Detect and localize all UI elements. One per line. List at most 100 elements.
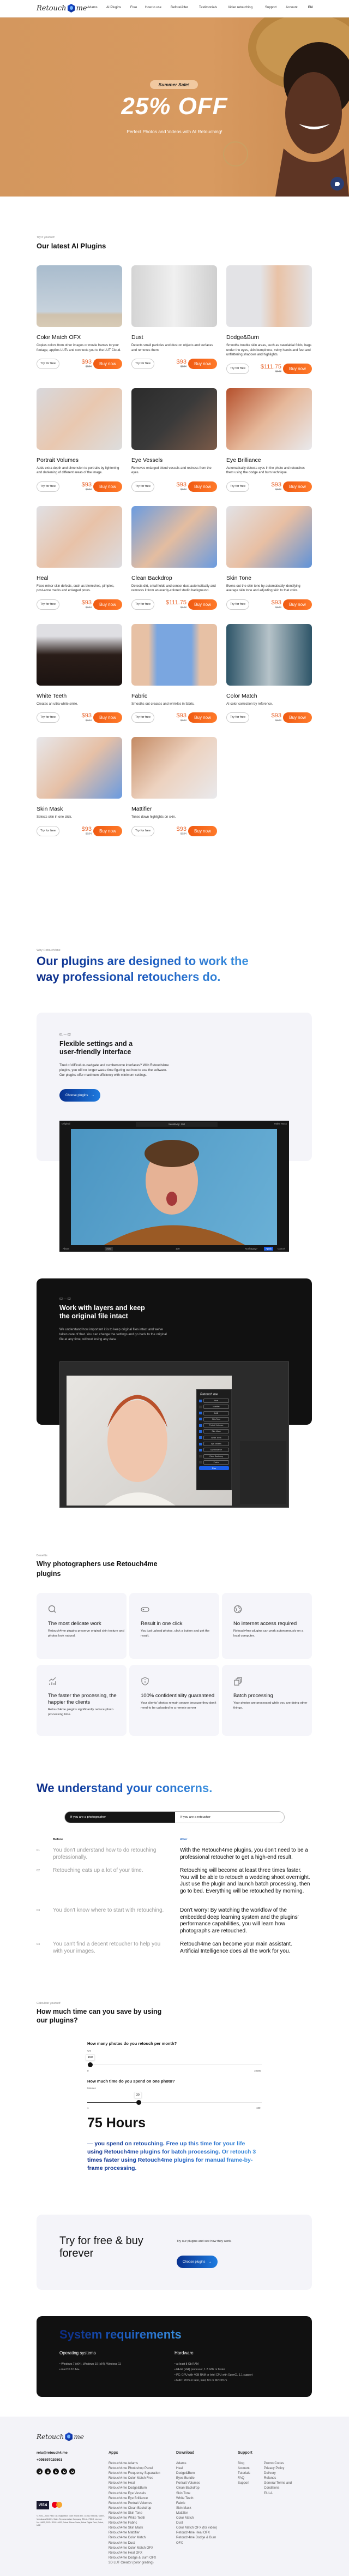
plugin-name[interactable]: Fabric (131, 692, 217, 700)
footer-link[interactable]: Dodge&Burn (176, 2471, 222, 2476)
try-for-free-button[interactable]: Try for free (226, 712, 250, 723)
footer-link[interactable]: Retouch4me Dodge & Burn OFX (176, 2536, 222, 2545)
panel-checkbox[interactable] (199, 1461, 202, 1464)
footer-link[interactable]: Retouch4me White Teeth (109, 2516, 160, 2521)
footer-link[interactable]: White Teeth (176, 2496, 222, 2501)
plugin-name[interactable]: Mattifier (131, 805, 217, 813)
buy-now-button[interactable]: Buy now (283, 481, 312, 492)
footer-link[interactable]: Tutorials (238, 2471, 260, 2476)
plugin-image[interactable] (131, 505, 217, 568)
footer-link[interactable]: Account (238, 2466, 260, 2471)
try-for-free-button[interactable]: Try for free (131, 359, 155, 369)
footer-phone[interactable]: +995597029501 (37, 2458, 62, 2462)
plugin-name[interactable]: Clean Backdrop (131, 574, 217, 582)
vimeo-icon[interactable] (61, 2468, 67, 2474)
facebook-icon[interactable] (37, 2468, 43, 2474)
footer-link[interactable]: Refunds (264, 2476, 299, 2481)
panel-item[interactable]: Mattifier (199, 1405, 229, 1409)
panel-item[interactable]: D&B (199, 1411, 229, 1415)
footer-link[interactable]: Retouch4me Skin Mask (109, 2526, 160, 2531)
panel-checkbox[interactable] (199, 1418, 202, 1421)
panel-item[interactable]: Eye Vessels (199, 1442, 229, 1447)
try-for-free-button[interactable]: Try for free (226, 481, 250, 492)
choose-plugins-button[interactable]: Choose plugins → (59, 1089, 101, 1102)
hero-banner[interactable]: Summer Sale! 25% OFF Perfect Photos and … (0, 17, 349, 197)
try-for-free-button[interactable]: Try for free (37, 825, 60, 836)
nav-adams[interactable]: Adams (87, 6, 98, 9)
footer-link[interactable]: Eyes Bundle (176, 2476, 222, 2481)
plugin-image[interactable] (226, 623, 312, 686)
panel-item[interactable]: Fabric (199, 1460, 229, 1465)
footer-link[interactable]: Retouch4me Clean Backdrop (109, 2506, 160, 2511)
plugin-name[interactable]: Heal (37, 574, 122, 582)
panel-item[interactable]: Eye Brilliance (199, 1448, 229, 1453)
footer-link[interactable]: Retouch4me Heal OFX (176, 2531, 222, 2536)
buy-now-button[interactable]: Buy now (93, 825, 122, 836)
plugin-image[interactable] (226, 388, 312, 450)
panel-item[interactable]: Clean Backdrop (199, 1454, 229, 1459)
try-for-free-button[interactable]: Try for free (37, 712, 60, 723)
q2-slider-thumb[interactable] (136, 2100, 141, 2105)
footer-link[interactable]: Retouch4me Adams (109, 2461, 160, 2466)
panel-checkbox[interactable] (199, 1412, 202, 1415)
nav-before-after[interactable]: Before/After (171, 6, 188, 9)
footer-link[interactable]: EULA (264, 2491, 299, 2496)
panel-checkbox[interactable] (199, 1405, 202, 1408)
nav-account[interactable]: Account (286, 6, 298, 9)
plugin-image[interactable] (131, 388, 217, 450)
logo[interactable]: Retouch me (37, 4, 87, 13)
buy-now-button[interactable]: Buy now (188, 825, 217, 836)
footer-link[interactable]: Retouch4me Eye Brilliance (109, 2496, 160, 2501)
nav-video-retouching[interactable]: Video retouching (228, 6, 252, 9)
q1-slider-thumb[interactable] (87, 2062, 93, 2067)
try-for-free-button[interactable]: Try for free (37, 481, 60, 492)
buy-now-button[interactable]: Buy now (93, 599, 122, 610)
footer-link[interactable]: Retouch4me Mattifier (109, 2531, 160, 2536)
footer-link[interactable]: Retouch4me Color Match (109, 2536, 160, 2541)
footer-link[interactable]: Support (238, 2481, 260, 2486)
plugin-image[interactable] (37, 623, 122, 686)
plugin-name[interactable]: Dust (131, 334, 217, 341)
footer-link[interactable]: Retouch4me Dodge&Burn (109, 2486, 160, 2491)
footer-link[interactable]: Fabric (176, 2501, 222, 2506)
nav-how-to-use[interactable]: How to use (145, 6, 161, 9)
tab-photographer[interactable]: If you are a photographer (65, 1812, 175, 1823)
footer-link[interactable]: General Terms and Conditions (264, 2481, 299, 2491)
footer-link[interactable]: Retouch4me Color Match Free (109, 2476, 160, 2481)
plugin-image[interactable] (37, 737, 122, 799)
plugin-image[interactable] (37, 505, 122, 568)
footer-link[interactable]: FAQ (238, 2476, 260, 2481)
buy-now-button[interactable]: Buy now (93, 712, 122, 723)
plugin-name[interactable]: Color Match OFX (37, 334, 122, 341)
footer-link[interactable]: Retouch4me Eye Vessels (109, 2491, 160, 2496)
nav-support[interactable]: Support (265, 6, 276, 9)
footer-link[interactable]: Portrait Volumes (176, 2481, 222, 2486)
buy-now-button[interactable]: Buy now (93, 359, 122, 369)
try-for-free-button[interactable]: Try for free (131, 599, 155, 610)
plugin-image[interactable] (131, 737, 217, 799)
plugin-name[interactable]: Eye Vessels (131, 456, 217, 464)
plugin-image[interactable] (226, 265, 312, 327)
buy-now-button[interactable]: Buy now (188, 712, 217, 723)
try-for-free-button[interactable]: Try for free (131, 825, 155, 836)
panel-checkbox[interactable] (199, 1430, 202, 1433)
plugin-image[interactable] (131, 623, 217, 686)
nav-ai-plugins[interactable]: AI Plugins (106, 6, 121, 9)
footer-link[interactable]: Mattifier (176, 2511, 222, 2516)
nav-free[interactable]: Free (130, 6, 137, 9)
chat-button[interactable] (330, 177, 344, 191)
try-for-free-button[interactable]: Try for free (226, 363, 250, 374)
panel-item[interactable]: Skin Mask (199, 1429, 229, 1434)
plugin-image[interactable] (37, 388, 122, 450)
footer-link[interactable]: Retouch4me Heal OFX (109, 2551, 160, 2556)
plugin-name[interactable]: Dodge&Burn (226, 334, 312, 341)
buy-now-button[interactable]: Buy now (188, 359, 217, 369)
nav-en[interactable]: EN (308, 6, 312, 9)
panel-checkbox[interactable] (199, 1424, 202, 1427)
footer-link[interactable]: Privacy Policy (264, 2466, 299, 2471)
buy-now-button[interactable]: Buy now (93, 481, 122, 492)
footer-link[interactable]: Clean Backdrop (176, 2486, 222, 2491)
try-for-free-button[interactable]: Try for free (131, 712, 155, 723)
footer-link[interactable]: Retouch4me Frequency Separation (109, 2471, 160, 2476)
panel-item[interactable]: Skin Tone (199, 1417, 229, 1421)
